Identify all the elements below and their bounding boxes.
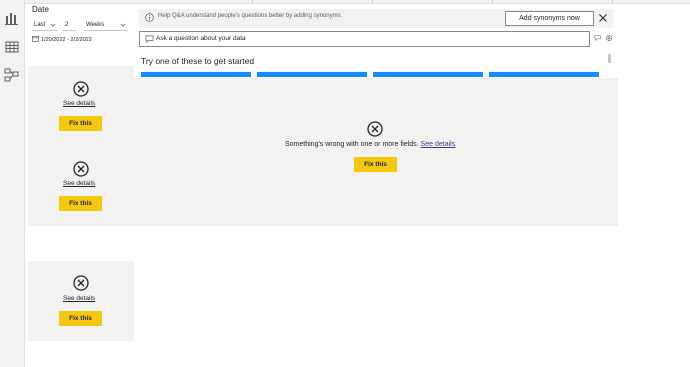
fix-this-button[interactable]: Fix this [354, 157, 397, 172]
error-circle-icon [367, 121, 383, 137]
unit-dropdown[interactable]: Weeks [84, 19, 128, 31]
fix-this-button[interactable]: Fix this [59, 311, 102, 326]
calendar-icon [32, 35, 39, 42]
suggestion-chip[interactable] [373, 72, 483, 77]
date-range: 1/20/2022 - 2/2/2022 [32, 35, 92, 43]
qa-input-placeholder: Ask a question about your data [156, 35, 246, 42]
fix-this-button[interactable]: Fix this [59, 196, 102, 211]
see-details-link[interactable]: See details [421, 141, 456, 148]
qa-error-panel [134, 78, 618, 226]
date-range-text: 1/20/2022 - 2/2/2022 [41, 37, 92, 43]
top-header-strip [25, 0, 690, 4]
add-synonyms-button[interactable]: Add synonyms now [505, 11, 594, 26]
qa-error-text: Something's wrong with one or more field… [285, 141, 419, 148]
error-circle-icon [73, 275, 89, 291]
suggestion-chip[interactable] [141, 72, 251, 77]
suggestions-title: Try one of these to get started [141, 56, 255, 66]
info-icon [145, 13, 154, 22]
qa-banner-text: Help Q&A understand people's questions b… [158, 13, 343, 19]
error-circle-icon [73, 161, 89, 177]
unit-value: Weeks [86, 22, 105, 28]
error-circle-icon [73, 81, 89, 97]
see-details-link[interactable]: See details [63, 180, 95, 187]
period-dropdown[interactable]: Last [32, 19, 58, 31]
chevron-down-icon [120, 23, 126, 27]
settings-icon[interactable] [605, 34, 613, 42]
table-view-icon[interactable] [4, 39, 20, 55]
period-value: Last [34, 22, 46, 28]
ask-feedback-icon[interactable] [594, 34, 602, 42]
chat-icon [145, 35, 154, 43]
fix-this-button[interactable]: Fix this [59, 116, 102, 131]
suggestion-chip[interactable] [489, 72, 599, 77]
slicer-title: Date [32, 5, 49, 14]
see-details-link[interactable]: See details [63, 295, 95, 302]
see-details-link[interactable]: See details [63, 100, 95, 107]
chevron-down-icon [50, 23, 56, 27]
report-view-icon[interactable] [4, 10, 20, 26]
model-view-icon[interactable] [4, 67, 20, 83]
suggestion-chip[interactable] [257, 72, 367, 77]
qa-error-message: Something's wrong with one or more field… [285, 141, 455, 148]
view-rail [0, 0, 25, 367]
count-input[interactable]: 2 [62, 19, 76, 31]
close-icon[interactable] [598, 13, 608, 23]
qa-scrollbar[interactable] [608, 54, 611, 63]
